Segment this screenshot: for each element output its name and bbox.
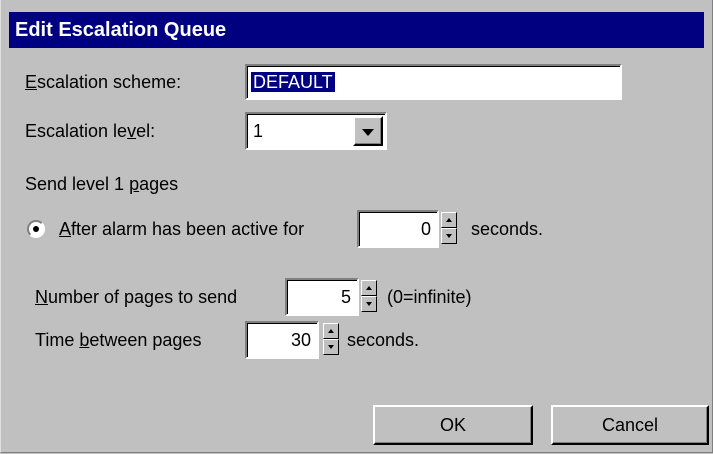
- number-of-pages-value: 5: [340, 287, 351, 307]
- cancel-button[interactable]: Cancel: [551, 405, 709, 445]
- ok-button-label: OK: [439, 415, 466, 435]
- cancel-button-label: Cancel: [601, 415, 659, 435]
- spin-up-button[interactable]: [361, 280, 377, 296]
- after-alarm-spinner[interactable]: [441, 212, 457, 244]
- spin-up-button[interactable]: [441, 212, 457, 228]
- dialog-title: Edit Escalation Queue: [15, 19, 227, 41]
- radio-selected-dot: [33, 226, 39, 232]
- arrow-up-icon: [328, 329, 334, 333]
- after-alarm-seconds-value: 0: [420, 219, 431, 239]
- spin-down-button[interactable]: [323, 339, 339, 355]
- number-of-pages-suffix: (0=infinite): [387, 287, 472, 307]
- escalation-scheme-label: Escalation scheme:: [25, 72, 182, 92]
- edit-escalation-queue-dialog: Edit Escalation Queue Escalation scheme:…: [0, 0, 713, 453]
- time-between-pages-value: 30: [290, 330, 311, 350]
- number-of-pages-label: Number of pages to send: [35, 287, 238, 307]
- send-level-pages-label: Send level 1 pages: [25, 174, 179, 194]
- arrow-down-icon: [328, 345, 334, 349]
- dialog-title-bar: Edit Escalation Queue: [9, 12, 704, 48]
- ok-button[interactable]: OK: [373, 405, 533, 445]
- arrow-up-icon: [446, 218, 452, 222]
- after-alarm-suffix: seconds.: [471, 219, 544, 239]
- number-of-pages-input[interactable]: 5: [285, 278, 359, 316]
- time-between-pages-spinner[interactable]: [323, 323, 339, 355]
- after-alarm-radio[interactable]: [27, 220, 45, 238]
- arrow-down-icon: [446, 234, 452, 238]
- escalation-level-select[interactable]: 1: [245, 112, 387, 150]
- time-between-pages-label: Time between pages: [35, 330, 202, 350]
- escalation-scheme-input[interactable]: DEFAULT: [245, 64, 622, 100]
- spin-down-button[interactable]: [441, 228, 457, 244]
- chevron-down-icon: [362, 129, 374, 136]
- arrow-up-icon: [366, 286, 372, 290]
- after-alarm-seconds-input[interactable]: 0: [357, 210, 439, 248]
- escalation-scheme-value: DEFAULT: [251, 72, 335, 92]
- time-between-pages-input[interactable]: 30: [245, 321, 319, 359]
- arrow-down-icon: [366, 302, 372, 306]
- spin-down-button[interactable]: [361, 296, 377, 312]
- escalation-level-label: Escalation level:: [25, 121, 156, 141]
- escalation-level-dropdown-button[interactable]: [353, 116, 383, 146]
- after-alarm-label[interactable]: After alarm has been active for: [59, 217, 304, 241]
- time-between-pages-suffix: seconds.: [347, 330, 420, 350]
- number-of-pages-spinner[interactable]: [361, 280, 377, 312]
- escalation-level-value: 1: [253, 121, 264, 141]
- spin-up-button[interactable]: [323, 323, 339, 339]
